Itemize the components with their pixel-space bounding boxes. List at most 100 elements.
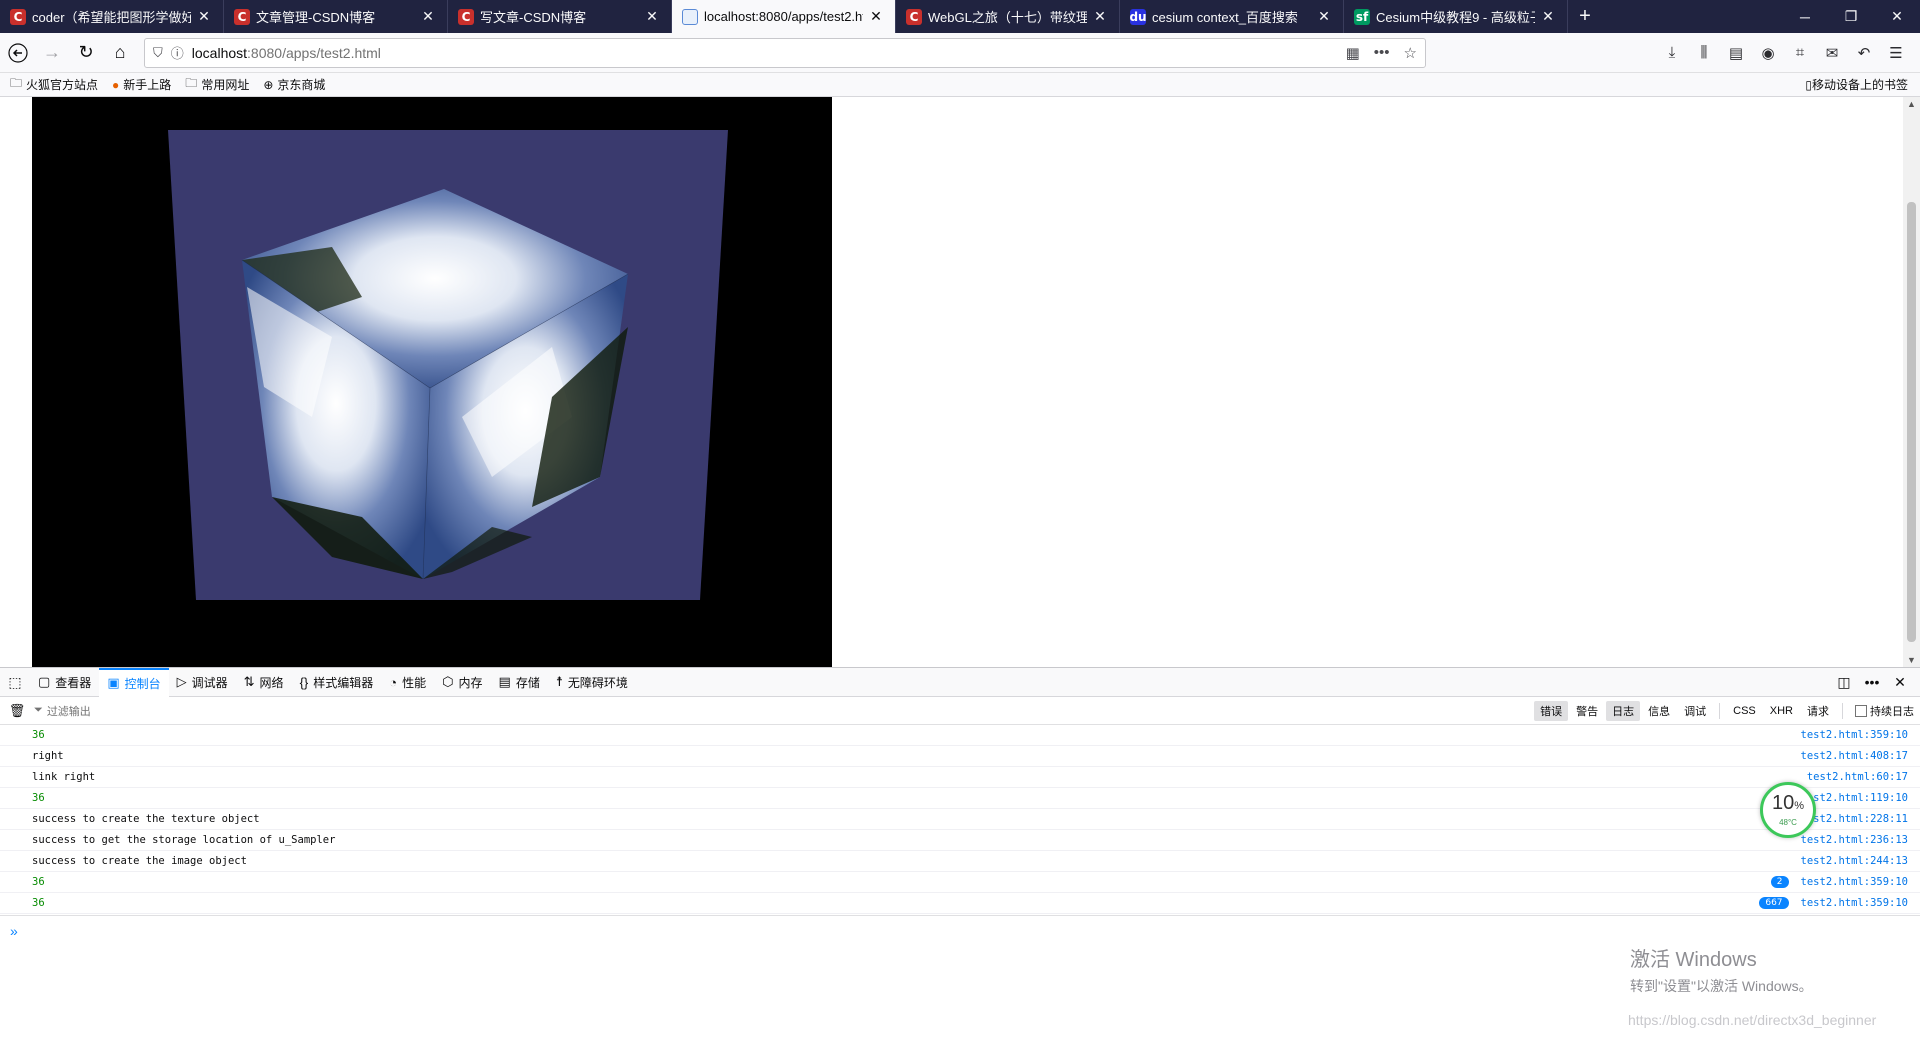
screenshot-icon[interactable]: ⌗ [1784, 44, 1816, 62]
type-xhr[interactable]: XHR [1764, 703, 1799, 719]
accessibility-icon: ☨ [555, 674, 563, 689]
bookmark-star-icon[interactable]: ☆ [1404, 44, 1417, 62]
console-row: 36 2 test2.html:359:10 [0, 872, 1920, 893]
library-icon[interactable]: ⫼ [1688, 44, 1720, 62]
bookmark-label: 新手上路 [123, 78, 172, 92]
new-tab-button[interactable]: + [1568, 0, 1602, 33]
close-icon[interactable]: ✕ [1315, 8, 1333, 25]
cpu-monitor-widget[interactable]: 10% 48°C [1760, 782, 1816, 838]
close-icon[interactable]: ✕ [1091, 8, 1109, 25]
tab-debugger[interactable]: ▷ 调试器 [169, 668, 236, 697]
browser-tab[interactable]: du cesium context_百度搜索 ✕ [1120, 0, 1344, 33]
undo-icon[interactable]: ↶ [1848, 44, 1880, 62]
browser-tab[interactable]: C WebGL之旅（十七）带纹理的 ✕ [896, 0, 1120, 33]
url-text[interactable]: localhost:8080/apps/test2.html [192, 45, 1332, 61]
devtools-controls: ◫ ••• ✕ [1830, 674, 1914, 691]
tab-accessibility[interactable]: ☨ 无障碍环境 [548, 668, 636, 697]
source-link[interactable]: test2.html:359:10 [1801, 729, 1908, 741]
persist-logs-checkbox[interactable]: 持续日志 [1855, 703, 1914, 719]
mobile-bookmarks[interactable]: ▯ 移动设备上的书签 [1805, 76, 1908, 93]
bookmark-item[interactable]: ⊕ 京东商城 [263, 76, 325, 93]
close-window-icon[interactable]: ✕ [1874, 0, 1920, 33]
bookmark-item[interactable]: ● 新手上路 [112, 76, 171, 93]
url-path: :8080/apps/test2.html [247, 44, 381, 61]
level-info[interactable]: 信息 [1642, 701, 1676, 721]
tab-console[interactable]: ▣ 控制台 [99, 667, 169, 697]
tab-storage[interactable]: ▤ 存储 [491, 668, 548, 697]
close-devtools-icon[interactable]: ✕ [1886, 674, 1914, 691]
source-link[interactable]: test2.html:60:17 [1807, 771, 1908, 783]
tab-performance[interactable]: ◔ 性能 [381, 668, 434, 697]
bookmark-item[interactable]: 🗀 火狐官方站点 [10, 74, 98, 95]
source-link[interactable]: test2.html:408:17 [1801, 750, 1908, 762]
trash-icon[interactable]: 🗑 [0, 703, 34, 719]
close-icon[interactable]: ✕ [195, 8, 213, 25]
chat-icon[interactable]: ✉ [1816, 44, 1848, 62]
close-icon[interactable]: ✕ [643, 8, 661, 25]
filter-input[interactable]: ⏷ 过滤输出 [34, 703, 1533, 719]
forward-icon[interactable]: → [36, 37, 68, 69]
account-icon[interactable]: ◉ [1752, 44, 1784, 62]
scrollbar-thumb[interactable] [1907, 202, 1916, 642]
browser-tab[interactable]: sf Cesium中级教程9 - 高级粒子 ✕ [1344, 0, 1568, 33]
webgl-canvas[interactable] [32, 97, 832, 667]
level-errors[interactable]: 错误 [1534, 700, 1569, 721]
console-message: right [32, 750, 64, 762]
source-link[interactable]: test2.html:119:10 [1801, 792, 1908, 804]
bookmark-item[interactable]: 🗀 常用网址 [185, 74, 249, 95]
scroll-up-icon[interactable]: ▲ [1903, 99, 1920, 109]
shield-icon[interactable]: ⛉ [153, 45, 163, 61]
source-link[interactable]: test2.html:244:13 [1801, 855, 1908, 867]
reload-icon[interactable]: ↻ [70, 37, 102, 69]
source-link[interactable]: test2.html:359:10 [1801, 876, 1908, 888]
close-icon[interactable]: ✕ [1539, 8, 1557, 25]
source-link[interactable]: test2.html:236:13 [1801, 834, 1908, 846]
console-filter-bar: 🗑 ⏷ 过滤输出 错误 警告 日志 信息 调试 CSS XHR 请求 持续日志 [0, 697, 1920, 725]
close-icon[interactable]: ✕ [419, 8, 437, 25]
browser-tab[interactable]: C 写文章-CSDN博客 ✕ [448, 0, 672, 33]
navigation-bar: → ↻ ⌂ ⛉ ⓘ localhost:8080/apps/test2.html… [0, 33, 1920, 73]
csdn-icon: C [234, 8, 250, 25]
restore-icon[interactable]: ❐ [1828, 0, 1874, 33]
more-actions-icon[interactable]: ••• [1374, 44, 1390, 61]
folder-icon: 🗀 [10, 76, 23, 90]
bookmarks-bar: 🗀 火狐官方站点 ● 新手上路 🗀 常用网址 ⊕ 京东商城 ▯ 移动设备上的书签 [0, 73, 1920, 97]
sidebar-icon[interactable]: ▤ [1720, 44, 1752, 62]
browser-tab[interactable]: C coder（希望能把图形学做好） ✕ [0, 0, 224, 33]
home-icon[interactable]: ⌂ [104, 37, 136, 69]
console-row: right test2.html:408:17 [0, 746, 1920, 767]
console-input[interactable]: » [0, 915, 1920, 945]
page-scrollbar[interactable]: ▲ ▼ [1903, 97, 1920, 667]
more-options-icon[interactable]: ••• [1858, 674, 1886, 691]
devtools-toolbar: ⬚ ▢ 查看器 ▣ 控制台 ▷ 调试器 ⇅ 网络 {} 样式编辑器 ◔ 性能 ⬡ 内存 ▤ 存储… [0, 667, 1920, 697]
cube-scene [168, 130, 728, 600]
divider [1719, 702, 1721, 719]
qr-code-icon[interactable]: ▦ [1346, 44, 1360, 62]
source-link[interactable]: test2.html:228:11 [1801, 813, 1908, 825]
browser-tab-active[interactable]: localhost:8080/apps/test2.ht ✕ [672, 0, 896, 33]
menu-icon[interactable]: ☰ [1880, 44, 1912, 62]
download-icon[interactable]: ⤓ [1656, 44, 1688, 62]
dock-icon[interactable]: ◫ [1830, 674, 1858, 691]
element-picker-icon[interactable]: ⬚ [0, 674, 30, 691]
level-debug[interactable]: 调试 [1678, 701, 1712, 721]
source-link[interactable]: test2.html:359:10 [1801, 897, 1908, 909]
back-icon[interactable] [2, 37, 34, 69]
tab-inspector[interactable]: ▢ 查看器 [30, 668, 99, 697]
tab-memory[interactable]: ⬡ 内存 [434, 668, 490, 697]
console-row: 36 test2.html:119:10 [0, 788, 1920, 809]
type-css[interactable]: CSS [1727, 703, 1762, 719]
tab-label: 查看器 [55, 675, 92, 690]
type-requests[interactable]: 请求 [1801, 701, 1835, 721]
tab-style-editor[interactable]: {} 样式编辑器 [292, 668, 382, 697]
tab-network[interactable]: ⇅ 网络 [236, 668, 292, 697]
checkbox[interactable] [1855, 704, 1867, 717]
browser-tab[interactable]: C 文章管理-CSDN博客 ✕ [224, 0, 448, 33]
level-warnings[interactable]: 警告 [1570, 701, 1604, 721]
level-logs[interactable]: 日志 [1606, 700, 1641, 721]
url-bar[interactable]: ⛉ ⓘ localhost:8080/apps/test2.html ▦ •••… [144, 37, 1426, 68]
scroll-down-icon[interactable]: ▼ [1903, 655, 1920, 665]
minimize-icon[interactable]: ─ [1782, 0, 1828, 33]
info-icon[interactable]: ⓘ [171, 43, 184, 62]
close-icon[interactable]: ✕ [867, 8, 885, 25]
